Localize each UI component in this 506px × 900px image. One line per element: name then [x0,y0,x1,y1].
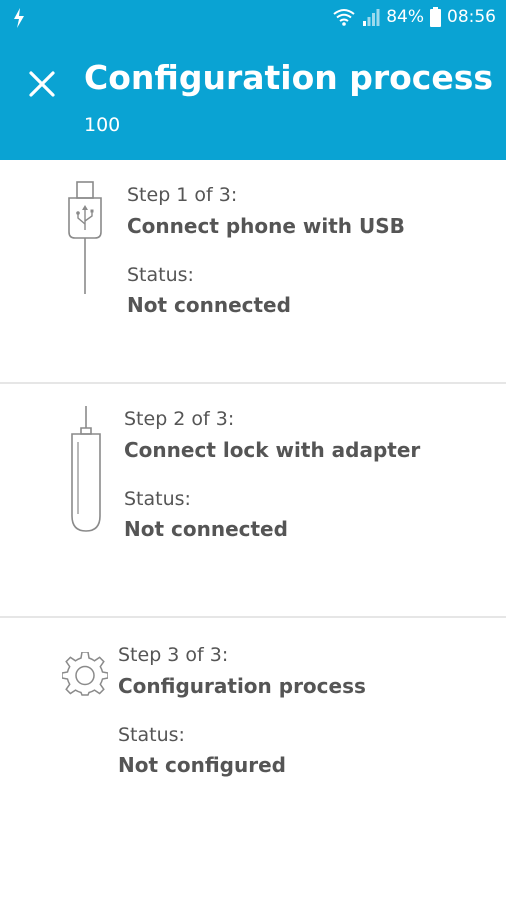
page-subtitle: 100 [84,114,121,136]
step-number: Step 3 of 3: [118,644,229,666]
charging-icon [14,8,24,28]
close-icon[interactable] [26,68,58,100]
app-bar: Configuration process 100 [0,38,506,160]
status-value: Not configured [118,753,286,777]
status-value: Not connected [124,517,288,541]
battery-percentage: 84% [386,7,424,27]
step-title: Configuration process [118,674,366,698]
status-bar: 84% 08:56 [0,0,506,38]
signal-icon [363,9,380,26]
step-usb: Step 1 of 3: Connect phone with USB Stat… [0,160,506,382]
adapter-icon [71,406,101,532]
step-configuration: Step 3 of 3: Configuration process Statu… [0,618,506,900]
usb-cable-icon [68,181,102,294]
status-indicators: 84% 08:56 [332,7,496,27]
step-number: Step 2 of 3: [124,408,235,430]
step-number: Step 1 of 3: [127,184,238,206]
step-title: Connect phone with USB [127,214,405,238]
status-label: Status: [124,488,191,510]
status-value: Not connected [127,293,291,317]
step-adapter: Step 2 of 3: Connect lock with adapter S… [0,384,506,616]
page-title: Configuration process [84,58,494,97]
battery-icon [430,7,441,27]
gear-icon [62,652,108,696]
wifi-icon [333,9,355,26]
clock: 08:56 [447,7,496,27]
step-title: Connect lock with adapter [124,438,421,462]
status-label: Status: [127,264,194,286]
status-label: Status: [118,724,185,746]
